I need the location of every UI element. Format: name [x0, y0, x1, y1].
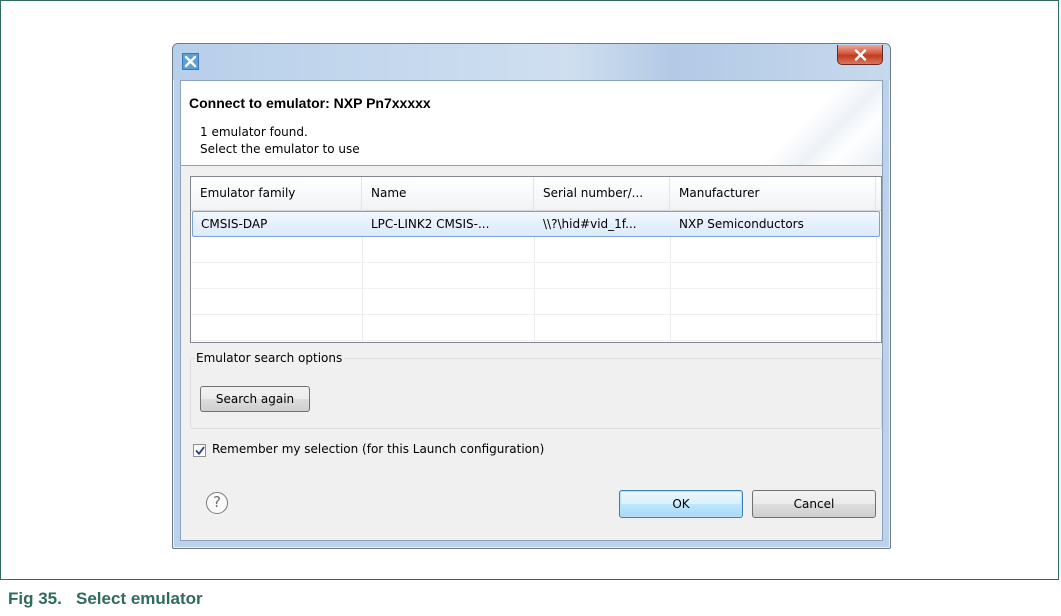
cell-name: LPC-LINK2 CMSIS-...: [371, 217, 490, 231]
close-button[interactable]: [837, 45, 883, 65]
empty-row: [191, 315, 881, 341]
message-line-select: Select the emulator to use: [200, 142, 360, 156]
search-options-label: Emulator search options: [194, 351, 345, 365]
message-line-found: 1 emulator found.: [200, 125, 308, 139]
remember-selection-label[interactable]: Remember my selection (for this Launch c…: [212, 442, 544, 456]
cell-serial-number: \\?\hid#vid_1f...: [543, 217, 637, 231]
column-header-name[interactable]: Name: [362, 177, 534, 210]
table-header: Emulator family Name Serial number/... M…: [191, 177, 881, 211]
figure-caption: Fig 35. Select emulator: [8, 589, 203, 608]
empty-row: [191, 289, 881, 315]
header-decoration: [762, 81, 882, 165]
column-header-serial-number[interactable]: Serial number/...: [534, 177, 670, 210]
column-header-emulator-family[interactable]: Emulator family: [191, 177, 362, 210]
table-row[interactable]: CMSIS-DAP LPC-LINK2 CMSIS-... \\?\hid#vi…: [192, 211, 880, 237]
close-icon: [854, 49, 867, 61]
title-bar[interactable]: [173, 44, 890, 80]
ok-button[interactable]: OK: [619, 490, 743, 518]
emulator-table[interactable]: Emulator family Name Serial number/... M…: [190, 176, 882, 343]
dialog-message: 1 emulator found. Select the emulator to…: [200, 124, 360, 158]
help-icon[interactable]: ?: [206, 492, 228, 514]
empty-row: [191, 263, 881, 289]
connect-emulator-dialog: Connect to emulator: NXP Pn7xxxxx 1 emul…: [172, 43, 891, 549]
cancel-button[interactable]: Cancel: [752, 490, 876, 518]
figure-frame: Connect to emulator: NXP Pn7xxxxx 1 emul…: [0, 0, 1059, 580]
cell-emulator-family: CMSIS-DAP: [201, 217, 268, 231]
empty-row: [191, 237, 881, 263]
cell-manufacturer: NXP Semiconductors: [679, 217, 804, 231]
column-header-manufacturer[interactable]: Manufacturer: [670, 177, 876, 210]
dialog-client-area: Connect to emulator: NXP Pn7xxxxx 1 emul…: [180, 80, 883, 541]
remember-selection-checkbox[interactable]: [193, 444, 206, 457]
search-again-button[interactable]: Search again: [200, 386, 310, 412]
dialog-title: Connect to emulator: NXP Pn7xxxxx: [189, 95, 431, 111]
dialog-header: Connect to emulator: NXP Pn7xxxxx 1 emul…: [181, 81, 882, 166]
checkmark-icon: [195, 446, 205, 455]
x-app-icon: [182, 53, 199, 70]
